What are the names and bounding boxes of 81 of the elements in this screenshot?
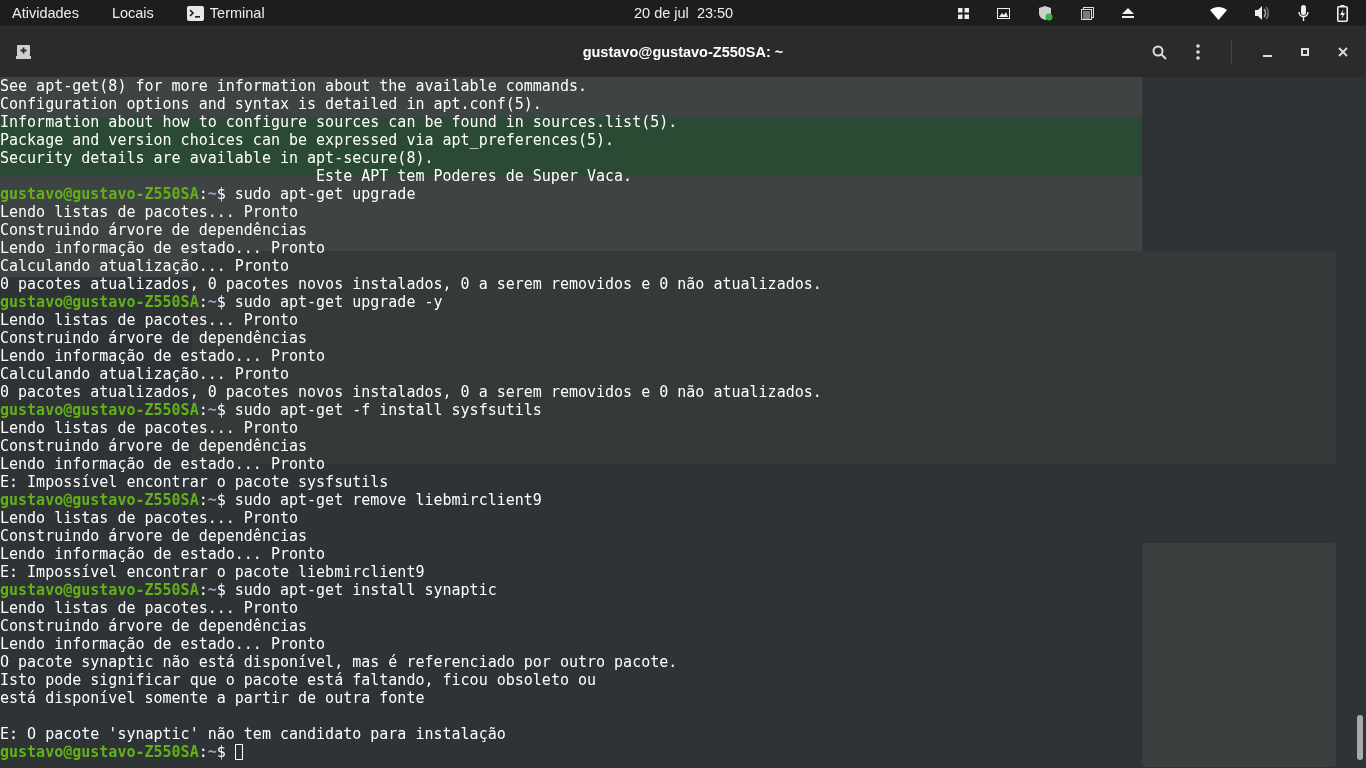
prompt-colon: : xyxy=(198,743,208,761)
terminal-output-line: Lendo informação de estado... Pronto xyxy=(0,239,326,257)
prompt-colon: : xyxy=(198,293,208,311)
terminal-output-line: Construindo árvore de dependências xyxy=(0,329,308,347)
terminal-output-line: Security details are available in apt-secure(8). xyxy=(0,149,434,167)
prompt-user-host: gustavo@gustavo-Z550SA xyxy=(0,401,199,419)
terminal-output-line: E: Impossível encontrar o pacote sysfsutils xyxy=(0,473,389,491)
scrollbar[interactable] xyxy=(1357,715,1363,760)
terminal-output-line: Lendo listas de pacotes... Pronto xyxy=(0,599,298,617)
terminal-output-line: E: Impossível encontrar o pacote liebmirclient9 xyxy=(0,563,425,581)
image-icon[interactable] xyxy=(997,7,1010,19)
terminal-output-line: Isto pode significar que o pacote está faltando, ficou obsoleto ou xyxy=(0,671,597,689)
prompt-symbol: $ xyxy=(216,293,226,311)
window-title: gustavo@gustavo-Z550SA: ~ xyxy=(582,44,784,60)
prompt-symbol: $ xyxy=(216,581,226,599)
terminal-output-line: 0 pacotes atualizados, 0 pacotes novos instalados, 0 a serem removidos e 0 não atualizados. xyxy=(0,275,822,293)
places-menu[interactable]: Locais xyxy=(111,5,154,21)
new-tab-icon[interactable] xyxy=(16,45,31,59)
prompt-symbol: $ xyxy=(216,743,226,761)
search-icon[interactable] xyxy=(1152,44,1167,60)
prompt-symbol: $ xyxy=(216,491,226,509)
terminal-output-line: Lendo listas de pacotes... Pronto xyxy=(0,509,298,527)
menu-icon[interactable] xyxy=(1196,44,1200,60)
prompt-colon: : xyxy=(198,401,208,419)
terminal-output-line: Construindo árvore de dependências xyxy=(0,617,308,635)
command-text: sudo apt-get install synaptic xyxy=(234,581,497,599)
prompt-symbol: $ xyxy=(216,401,226,419)
terminal-output-line: Lendo informação de estado... Pronto xyxy=(0,635,326,653)
terminal-output-line: Calculando atualização... Pronto xyxy=(0,365,289,383)
terminal-output-line: Lendo informação de estado... Pronto xyxy=(0,455,326,473)
prompt-user-host: gustavo@gustavo-Z550SA xyxy=(0,293,199,311)
prompt-symbol: $ xyxy=(216,185,226,203)
prompt-path: ~ xyxy=(207,185,217,203)
shield-icon[interactable] xyxy=(1038,5,1053,21)
prompt-path: ~ xyxy=(207,491,217,509)
close-icon[interactable] xyxy=(1338,47,1348,57)
clock[interactable]: 20 de jul 23:50 xyxy=(634,5,734,21)
volume-icon[interactable] xyxy=(1255,6,1270,20)
terminal-output-line: Package and version choices can be expressed via apt_preferences(5). xyxy=(0,131,615,149)
maximize-icon[interactable] xyxy=(1301,48,1309,56)
wifi-icon[interactable] xyxy=(1210,6,1227,20)
terminal-output-line: 0 pacotes atualizados, 0 pacotes novos instalados, 0 a serem removidos e 0 não atualizados. xyxy=(0,383,822,401)
command-text: sudo apt-get -f install sysfsutils xyxy=(234,401,542,419)
prompt-path: ~ xyxy=(207,581,217,599)
eject-icon[interactable] xyxy=(1122,7,1134,19)
terminal-output-line: Lendo listas de pacotes... Pronto xyxy=(0,203,298,221)
terminal-output-line: Lendo informação de estado... Pronto xyxy=(0,347,326,365)
prompt-path: ~ xyxy=(207,293,217,311)
prompt-user-host: gustavo@gustavo-Z550SA xyxy=(0,185,199,203)
terminal-output-line: Configuration options and syntax is detailed in apt.conf(5). xyxy=(0,95,542,113)
prompt-path: ~ xyxy=(207,401,217,419)
prompt-user-host: gustavo@gustavo-Z550SA xyxy=(0,491,199,509)
terminal-output-line: O pacote synaptic não está disponível, mas é referenciado por outro pacote. xyxy=(0,653,678,671)
activities-button[interactable]: Atividades xyxy=(12,5,79,21)
prompt-path: ~ xyxy=(207,743,217,761)
prompt-colon: : xyxy=(198,185,208,203)
prompt-colon: : xyxy=(198,581,208,599)
terminal-output-line: Calculando atualização... Pronto xyxy=(0,257,289,275)
terminal-output-line: Lendo informação de estado... Pronto xyxy=(0,545,326,563)
terminal-output-line: Lendo listas de pacotes... Pronto xyxy=(0,419,298,437)
notes-icon[interactable] xyxy=(1081,6,1094,20)
terminal-output-line: Construindo árvore de dependências xyxy=(0,221,308,239)
command-text: sudo apt-get upgrade xyxy=(234,185,416,203)
battery-icon[interactable] xyxy=(1337,4,1348,22)
command-text: sudo apt-get remove liebmirclient9 xyxy=(234,491,542,509)
terminal-output-line: está disponível somente a partir de outra fonte xyxy=(0,689,425,707)
terminal-output-line: E: O pacote 'synaptic' não tem candidato para instalação xyxy=(0,725,506,743)
terminal-output-line: Construindo árvore de dependências xyxy=(0,437,308,455)
terminal-icon xyxy=(186,5,204,21)
prompt-user-host: gustavo@gustavo-Z550SA xyxy=(0,581,199,599)
terminal-output-line: Este APT tem Poderes de Super Vaca. xyxy=(316,167,633,185)
prompt-colon: : xyxy=(198,491,208,509)
command-text: sudo apt-get upgrade -y xyxy=(234,293,443,311)
app-menu[interactable]: Terminal xyxy=(209,5,265,21)
terminal-output-line: Lendo listas de pacotes... Pronto xyxy=(0,311,298,329)
microphone-icon[interactable] xyxy=(1298,5,1309,21)
prompt-user-host: gustavo@gustavo-Z550SA xyxy=(0,743,199,761)
grid-icon[interactable] xyxy=(958,7,969,19)
terminal-output-line: Construindo árvore de dependências xyxy=(0,527,308,545)
terminal-output-line: See apt-get(8) for more information about the available commands. xyxy=(0,77,587,95)
terminal-output-line: Information about how to configure sources can be found in sources.list(5). xyxy=(0,113,678,131)
